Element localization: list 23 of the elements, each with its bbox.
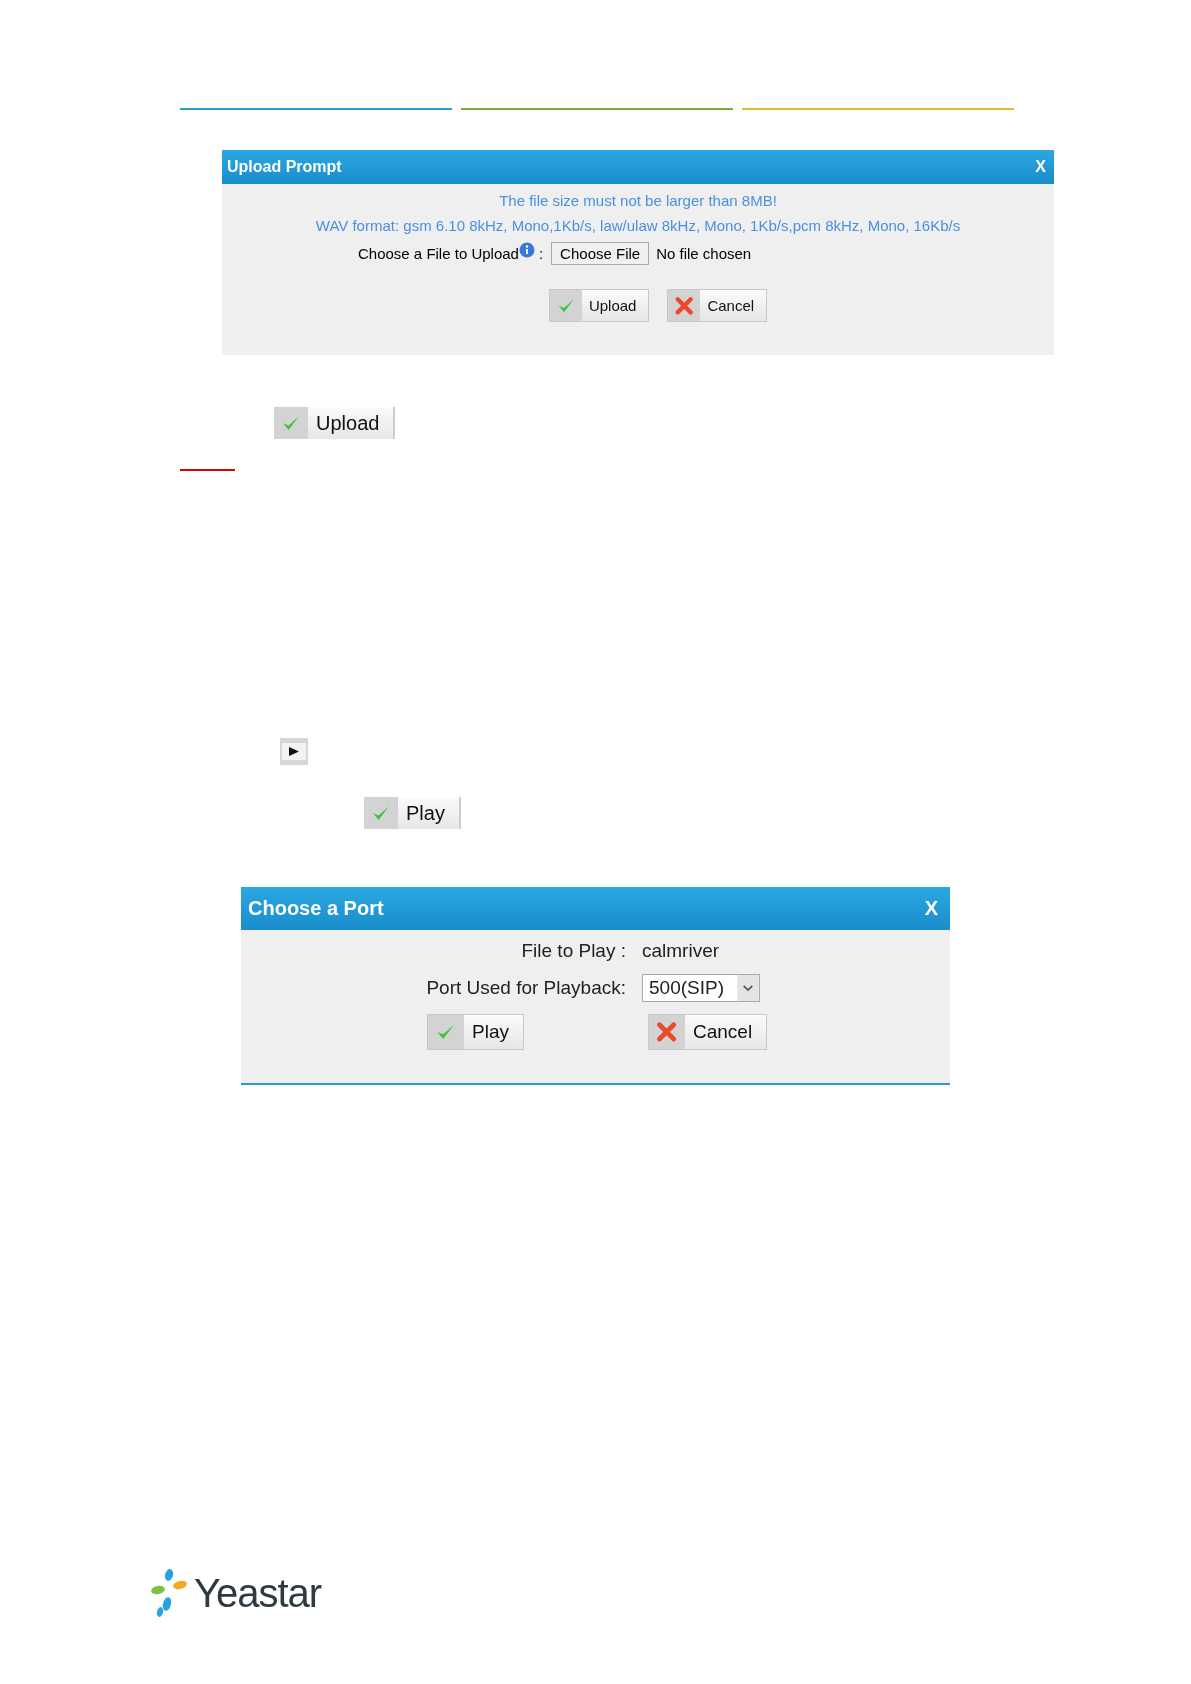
cancel-button[interactable]: Cancel: [647, 1014, 768, 1050]
file-name: calmriver: [642, 940, 721, 962]
logo-icon: [150, 1568, 190, 1618]
ok-button[interactable]: Upload: [548, 289, 650, 322]
ok-button[interactable]: Play: [364, 797, 461, 829]
colon-text: :: [538, 245, 544, 262]
info-text: WAV format: gsm 6.10 8kHz, Mono,1Kb/s, law/ulaw 8kHz, Mono, 1Kb/s,pcm 8kHz, Mono, 16Kb/s: [314, 217, 962, 234]
ok-button[interactable]: Upload: [274, 407, 396, 439]
cancel-button[interactable]: Cancel: [667, 289, 768, 322]
dialog-title: Upload Prompt: [227, 158, 342, 176]
play-icon[interactable]: [280, 738, 308, 765]
field-label: Choose a File to Upload: [358, 245, 519, 262]
field-label: Port Used for Playback:: [425, 977, 626, 999]
dialog-title: Choose a Port: [248, 897, 384, 920]
file-status: No file chosen: [656, 245, 752, 262]
ok-button[interactable]: Play: [427, 1014, 524, 1050]
choose-file-button[interactable]: Choose File: [551, 242, 650, 265]
info-text: The file size must not be larger than 8MB!: [498, 192, 778, 209]
logo-text: Yeastar: [194, 1570, 322, 1616]
cross-icon: [673, 294, 696, 317]
port-dropdown[interactable]: 500(SIP): [642, 974, 760, 1002]
field-label: File to Play :: [520, 940, 626, 962]
info-icon: [518, 241, 535, 258]
